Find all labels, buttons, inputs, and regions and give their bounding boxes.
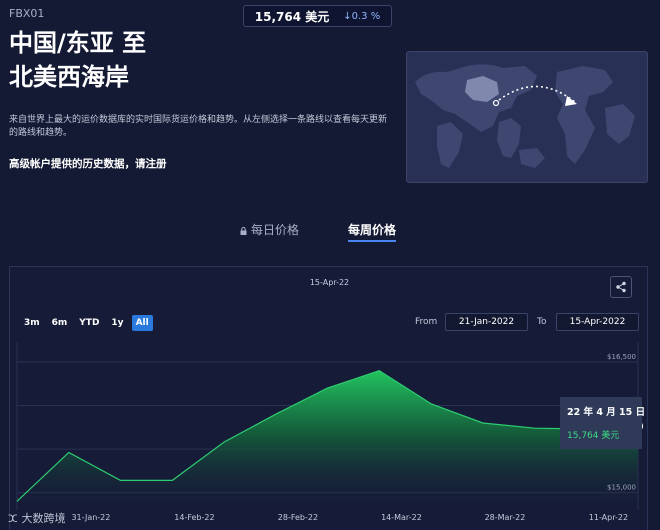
x-tick-label: 14-Mar-22 — [381, 513, 422, 522]
watermark: ⵋ 大数跨境 — [8, 510, 66, 526]
watermark-text: 大数跨境 — [21, 512, 66, 525]
watermark-logo-icon: ⵋ — [8, 514, 18, 525]
y-tick-label: $15,000 — [607, 484, 636, 492]
chart-tooltip: 22 年 4 月 15 日 15,764 美元 — [560, 397, 646, 449]
x-tick-label: 28-Mar-22 — [485, 513, 526, 522]
x-tick-label: 14-Feb-22 — [174, 513, 214, 522]
price-chart: 31-Jan-22 14-Feb-22 28-Feb-22 14-Mar-22 28-M… — [16, 342, 644, 522]
tooltip-date: 22 年 4 月 15 日 — [567, 407, 646, 418]
y-tick-label: $16,500 — [607, 353, 636, 361]
price-area — [17, 370, 638, 510]
tooltip-value: 15,764 美元 — [567, 431, 620, 441]
x-tick-label: 28-Feb-22 — [278, 513, 318, 522]
x-tick-label: 31-Jan-22 — [71, 513, 110, 522]
x-tick-label: 11-Apr-22 — [589, 513, 628, 522]
